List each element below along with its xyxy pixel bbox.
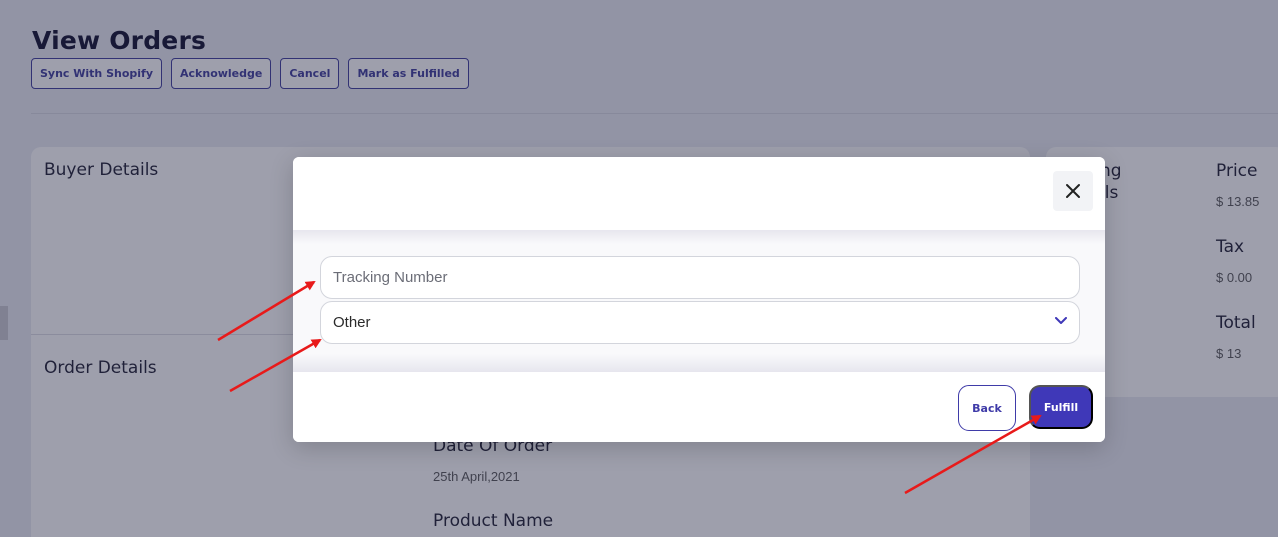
carrier-select-value: Other <box>333 314 371 331</box>
fulfill-button[interactable]: Fulfill <box>1029 385 1093 429</box>
close-button[interactable] <box>1053 171 1093 211</box>
modal-body: Tracking Number Other <box>293 230 1105 372</box>
chevron-down-icon <box>1055 317 1067 324</box>
modal-footer: Back Fulfill <box>293 372 1105 442</box>
modal-header <box>293 157 1105 230</box>
fulfill-modal: Tracking Number Other Back Fulfill <box>293 157 1105 442</box>
back-button[interactable]: Back <box>958 385 1016 431</box>
carrier-select[interactable]: Other <box>320 301 1080 344</box>
tracking-number-input[interactable]: Tracking Number <box>320 256 1080 299</box>
close-icon <box>1066 184 1080 198</box>
